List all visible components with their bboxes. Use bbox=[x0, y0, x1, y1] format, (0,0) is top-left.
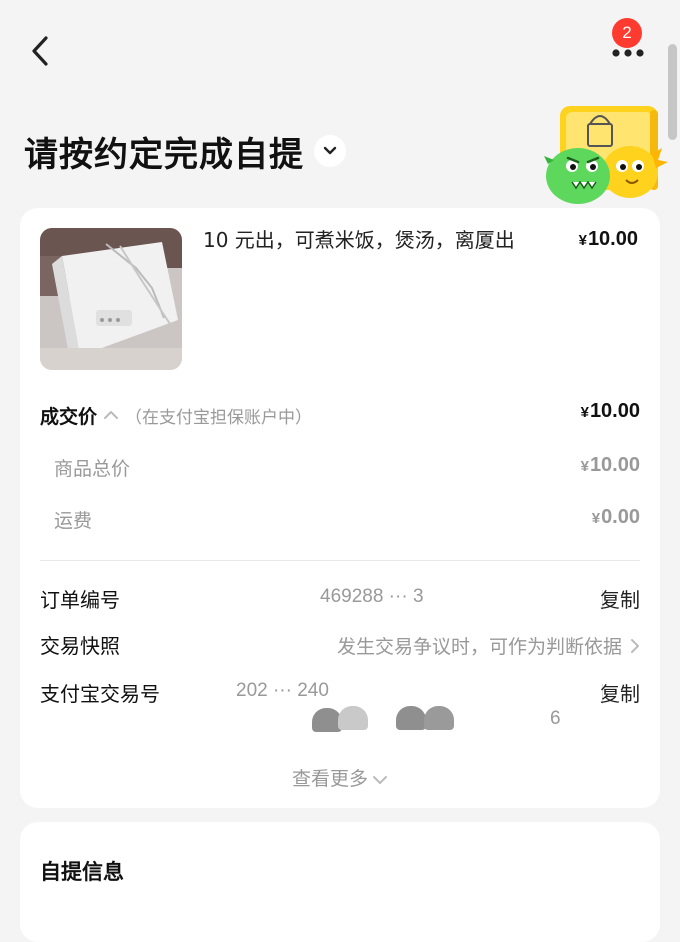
snapshot-value: 发生交易争议时，可作为判断依据 bbox=[336, 636, 622, 658]
scrollbar[interactable] bbox=[668, 44, 677, 140]
chevron-down-icon bbox=[373, 775, 387, 784]
snapshot-label: 交易快照 bbox=[40, 634, 120, 658]
snapshot-row[interactable]: 交易快照 发生交易争议时，可作为判断依据 bbox=[40, 630, 640, 662]
notification-badge: 2 bbox=[612, 18, 642, 48]
chevron-down-icon bbox=[323, 146, 337, 155]
chevron-right-icon bbox=[631, 639, 639, 653]
mascot-illustration bbox=[544, 106, 668, 204]
see-more-label: 查看更多 bbox=[291, 768, 368, 790]
order-number-label: 订单编号 bbox=[40, 588, 120, 612]
pickup-info-card: 自提信息 bbox=[20, 822, 660, 942]
page-title: 请按约定完成自提 bbox=[24, 134, 304, 175]
title-expand-button[interactable] bbox=[314, 135, 346, 167]
order-card: 10 元出，可煮米饭，煲汤，离厦出 ¥10.00 成交价 （在支付宝担保账户中）… bbox=[20, 208, 660, 808]
deal-price-row[interactable]: 成交价 （在支付宝担保账户中） ¥10.00 bbox=[40, 400, 640, 430]
order-number-row: 订单编号 469288 ··· 3 复制 bbox=[40, 584, 640, 616]
alipay-transaction-value: 202 ··· 240 bbox=[236, 680, 329, 701]
back-arrow-icon[interactable] bbox=[26, 34, 58, 68]
alipay-transaction-value-line2: 6 bbox=[550, 708, 561, 729]
product-image[interactable] bbox=[40, 228, 182, 370]
subtotal-label: 商品总价 bbox=[54, 458, 131, 480]
shipping-row: 运费 ¥0.00 bbox=[54, 506, 640, 536]
blurred-mark bbox=[424, 706, 454, 730]
title-row: 请按约定完成自提 bbox=[24, 126, 346, 176]
order-number-value: 469288 ··· 3 bbox=[320, 586, 424, 607]
chevron-up-icon[interactable] bbox=[103, 409, 119, 421]
product-price: ¥10.00 bbox=[578, 228, 638, 250]
alipay-transaction-label: 支付宝交易号 bbox=[40, 682, 160, 706]
blurred-mark bbox=[338, 706, 368, 730]
deal-price-label: 成交价 bbox=[40, 405, 98, 428]
divider bbox=[40, 560, 640, 561]
subtotal-row: 商品总价 ¥10.00 bbox=[54, 454, 640, 484]
copy-alipay-number-button[interactable]: 复制 bbox=[600, 678, 640, 707]
pickup-info-title: 自提信息 bbox=[40, 860, 124, 884]
see-more-button[interactable]: 查看更多 bbox=[20, 764, 660, 791]
rice-cooker-photo-icon bbox=[40, 228, 182, 370]
product-title[interactable]: 10 元出，可煮米饭，煲汤，离厦出 bbox=[203, 226, 553, 255]
blurred-mark bbox=[396, 706, 426, 730]
copy-order-number-button[interactable]: 复制 bbox=[600, 584, 640, 613]
shipping-value: ¥0.00 bbox=[591, 506, 640, 528]
deal-price-note: （在支付宝担保账户中） bbox=[125, 407, 313, 428]
top-bar: 2 bbox=[0, 0, 680, 100]
deal-price-value: ¥10.00 bbox=[580, 400, 640, 422]
shipping-label: 运费 bbox=[54, 510, 93, 532]
subtotal-value: ¥10.00 bbox=[580, 454, 640, 476]
